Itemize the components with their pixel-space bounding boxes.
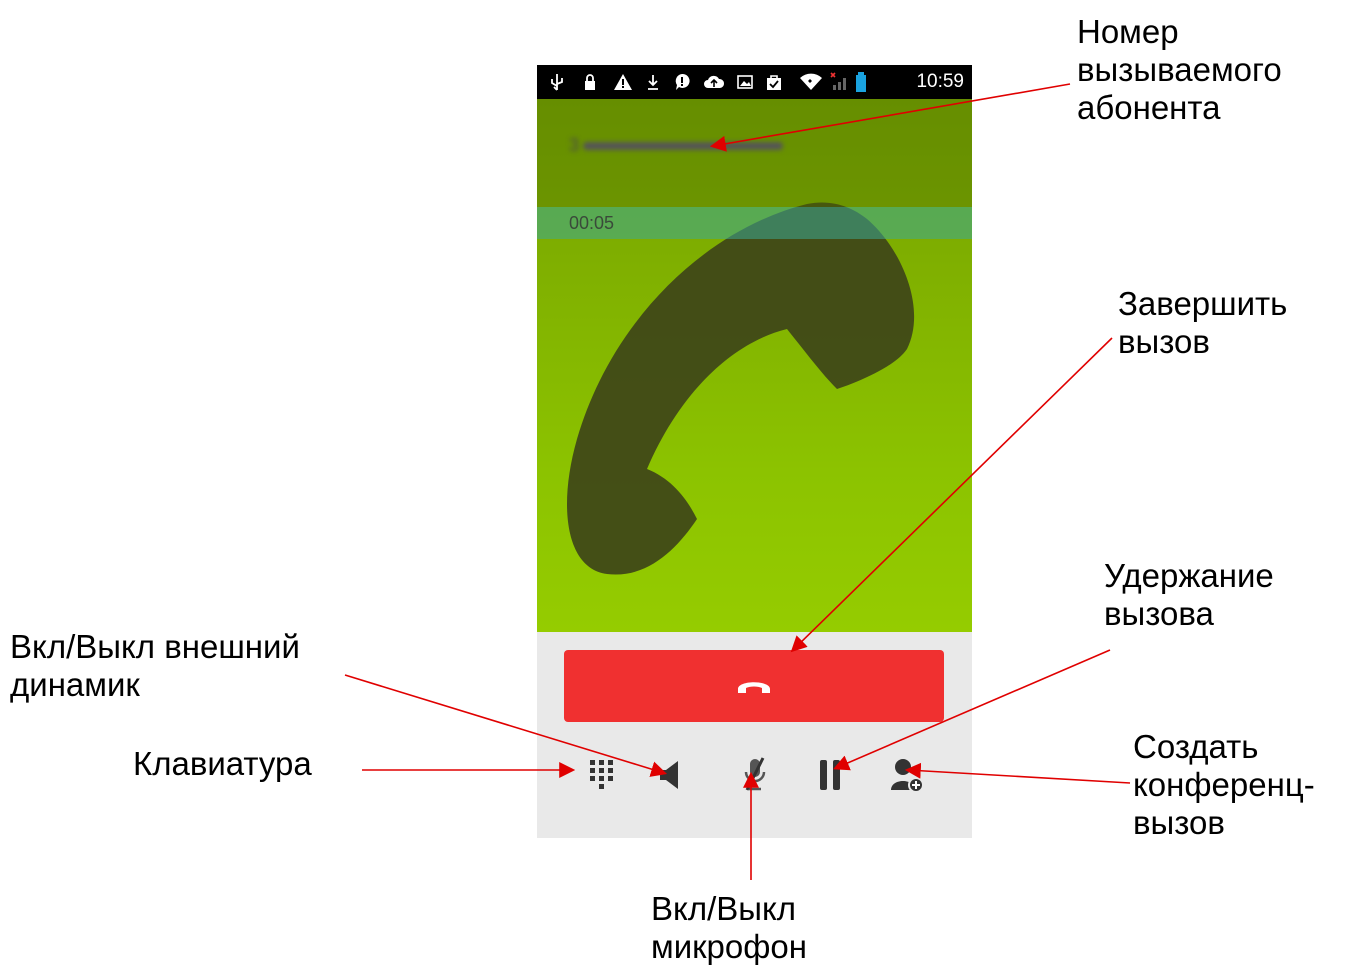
- status-time: 10:59: [916, 71, 964, 92]
- annotation-caller-number: Номер вызываемого абонента: [1077, 13, 1282, 126]
- call-screen: 3 00:05: [537, 99, 972, 632]
- call-duration-bar: 00:05: [537, 207, 972, 239]
- end-call-button[interactable]: [564, 650, 944, 722]
- annotation-hold: Удержание вызова: [1104, 557, 1274, 632]
- image-icon: [737, 75, 753, 89]
- call-controls-panel: [537, 632, 972, 838]
- caller-number: 3: [569, 135, 799, 157]
- phone-screen: 10:59 3 00:05: [537, 65, 972, 838]
- cloud-icon: [704, 75, 725, 88]
- handset-background-icon: [567, 202, 915, 575]
- usb-icon: [551, 74, 563, 91]
- speaker-icon: [660, 761, 678, 789]
- annotation-speaker: Вкл/Выкл внешний динамик: [10, 628, 300, 703]
- mute-button[interactable]: [730, 752, 780, 798]
- speaker-button[interactable]: [645, 752, 695, 798]
- alert-icon: [675, 73, 690, 90]
- add-participant-icon: [891, 759, 924, 793]
- annotation-conference: Создать конференц- вызов: [1133, 728, 1315, 841]
- status-bar: 10:59: [537, 65, 972, 99]
- annotation-end-call: Завершить вызов: [1118, 285, 1288, 360]
- blurred-number: [583, 142, 784, 151]
- pause-icon: [820, 760, 840, 790]
- download-icon: [648, 75, 658, 90]
- annotation-mute: Вкл/Выкл микрофон: [651, 890, 807, 965]
- lock-icon: [585, 74, 595, 90]
- mute-mic-icon: [744, 757, 766, 791]
- dialpad-icon: [590, 760, 613, 789]
- caller-number-text: 3: [569, 135, 580, 155]
- warning-icon: [614, 74, 632, 90]
- battery-icon: [856, 72, 866, 92]
- signal-icon: [830, 72, 846, 90]
- hold-button[interactable]: [805, 752, 855, 798]
- add-call-button[interactable]: [882, 752, 932, 798]
- hang-up-icon: [738, 682, 770, 693]
- wifi-icon: [800, 73, 822, 90]
- annotation-keypad: Клавиатура: [133, 745, 312, 782]
- call-duration: 00:05: [569, 213, 615, 233]
- dialpad-button[interactable]: [577, 752, 627, 798]
- caller-number-bar: 3: [537, 99, 972, 207]
- bag-icon: [767, 75, 781, 90]
